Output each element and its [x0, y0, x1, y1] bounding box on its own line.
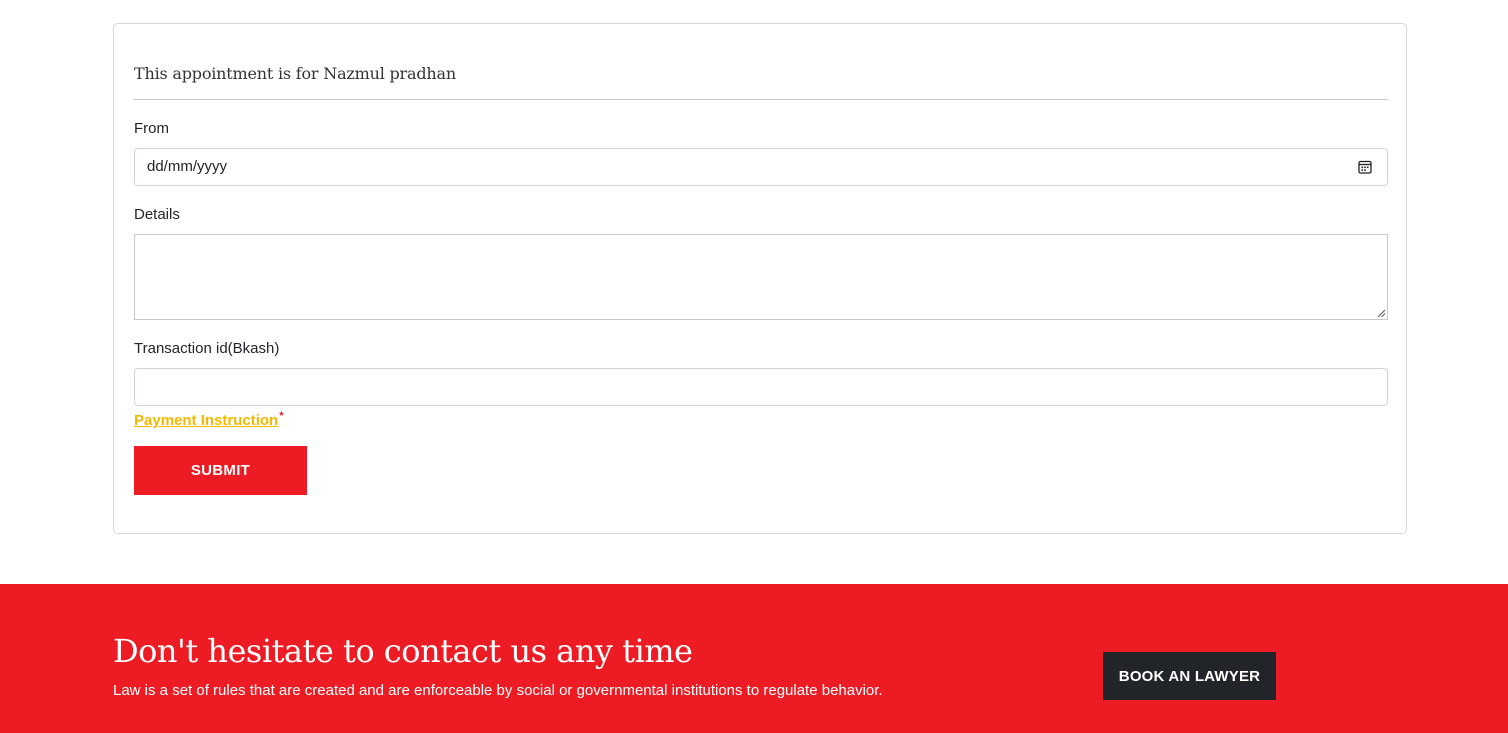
details-textarea[interactable] — [134, 234, 1388, 320]
contact-banner-subtitle: Law is a set of rules that are created a… — [113, 682, 883, 699]
payment-instruction-text: Payment Instruction — [134, 412, 279, 429]
contact-banner-title: Don't hesitate to contact us any time — [113, 632, 693, 670]
form-title: This appointment is for Nazmul pradhan — [134, 64, 456, 83]
payment-instruction-link[interactable]: Payment Instruction* — [134, 410, 283, 429]
required-asterisk: * — [279, 410, 284, 422]
from-date-value: dd/mm/yyyy — [147, 158, 228, 175]
calendar-icon[interactable] — [1358, 160, 1372, 174]
details-label: Details — [134, 206, 180, 223]
contact-banner: Don't hesitate to contact us any time La… — [0, 584, 1508, 733]
from-date-input[interactable]: dd/mm/yyyy — [134, 148, 1388, 186]
appointment-form-card: This appointment is for Nazmul pradhan F… — [113, 23, 1407, 534]
submit-button[interactable]: SUBMIT — [134, 446, 307, 495]
resize-handle-icon[interactable] — [1376, 308, 1386, 318]
transaction-id-input[interactable] — [134, 368, 1388, 406]
transaction-label: Transaction id(Bkash) — [134, 340, 280, 357]
from-label: From — [134, 120, 169, 137]
title-divider — [134, 99, 1388, 100]
book-lawyer-button[interactable]: BOOK AN LAWYER — [1103, 652, 1276, 700]
